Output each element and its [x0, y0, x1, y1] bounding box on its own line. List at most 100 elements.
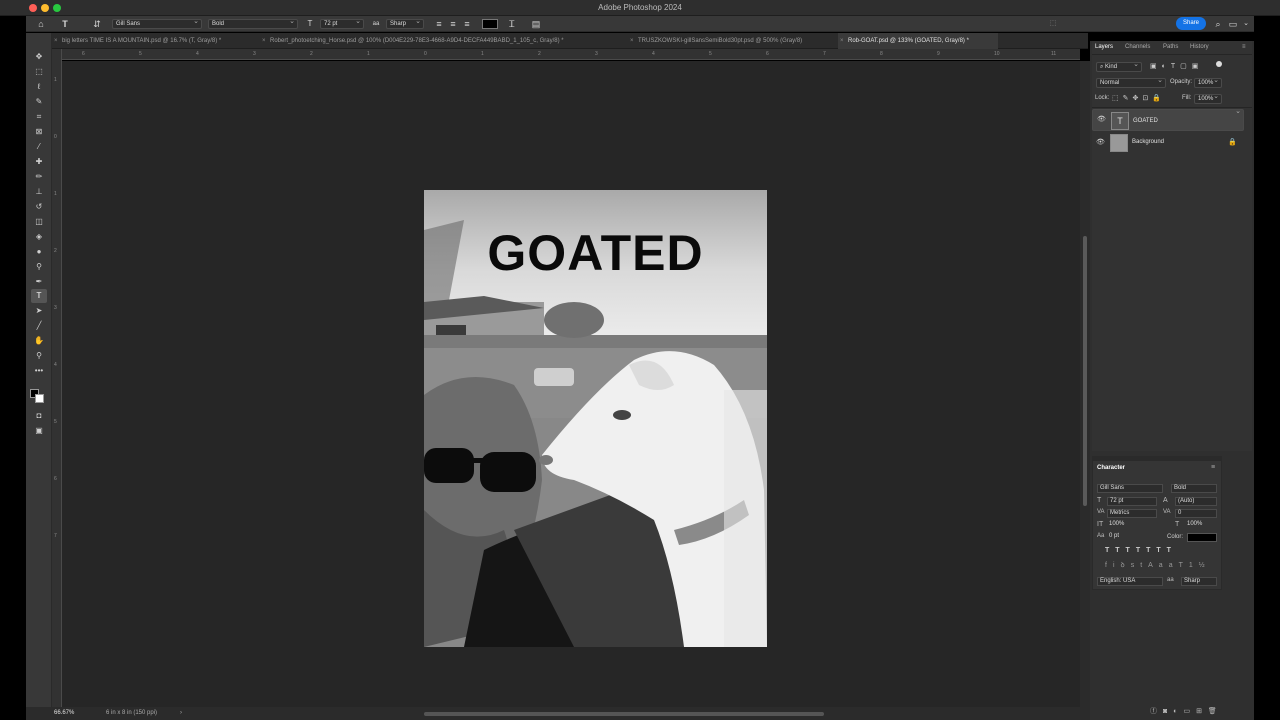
background-color-swatch[interactable]: [35, 394, 44, 403]
blur-tool-icon[interactable]: ●: [31, 245, 47, 259]
zoom-level[interactable]: 66.67%: [54, 707, 74, 720]
font-style-select[interactable]: Bold: [208, 18, 298, 29]
close-tab-icon[interactable]: ×: [630, 33, 634, 49]
text-color-swatch[interactable]: [482, 19, 498, 29]
filter-toggle-icon[interactable]: [1216, 61, 1222, 67]
healing-brush-tool-icon[interactable]: ✚: [31, 155, 47, 169]
vertical-ruler[interactable]: 1 0 1 2 3 4 5 6 7: [52, 49, 62, 707]
tab-layers[interactable]: Layers: [1095, 44, 1113, 50]
pen-tool-icon[interactable]: ✒: [31, 275, 47, 289]
type-tool-icon[interactable]: T: [31, 289, 47, 303]
horizontal-ruler[interactable]: 6 5 4 3 2 1 0 1 2 3 4 5 6 7 8 9 10 11: [62, 49, 1080, 60]
history-brush-tool-icon[interactable]: ↺: [31, 200, 47, 214]
quick-mask-icon[interactable]: ◘: [31, 409, 47, 423]
hand-tool-icon[interactable]: ✋: [31, 334, 47, 348]
tab-document-2[interactable]: × Robert_photoetching_Horse.psd @ 100% (D…: [260, 33, 628, 49]
fill-field[interactable]: 100%: [1194, 93, 1222, 104]
screen-left-margin: [0, 16, 26, 720]
layer-panel-actions[interactable]: ⓕ◙◐▭⊞🗑: [1150, 706, 1250, 718]
language-select[interactable]: English: USA: [1097, 577, 1163, 586]
char-font-family-select[interactable]: Gill Sans: [1097, 484, 1163, 493]
align-right-icon[interactable]: ≡: [462, 18, 472, 30]
char-leading-field[interactable]: (Auto): [1175, 497, 1217, 506]
scroll-thumb[interactable]: [1083, 236, 1087, 506]
tab-paths[interactable]: Paths: [1163, 44, 1178, 50]
goated-text-layer[interactable]: GOATED: [424, 224, 767, 282]
ruler-tick-label: 3: [253, 51, 256, 57]
brush-tool-icon[interactable]: ✏: [31, 170, 47, 184]
panel-menu-icon[interactable]: ≡: [1211, 464, 1215, 471]
layer-filter-select[interactable]: ⌕ Kind: [1096, 61, 1142, 72]
toggle-text-orientation-icon[interactable]: ⇵: [90, 18, 104, 30]
panel-menu-icon[interactable]: ≡: [1242, 44, 1246, 50]
align-left-icon[interactable]: ≡: [434, 18, 444, 30]
ruler-tick-label: 4: [196, 51, 199, 57]
char-vertical-scale-field[interactable]: 100%: [1107, 521, 1143, 530]
layer-name: GOATED: [1133, 118, 1158, 124]
home-icon[interactable]: ⌂: [34, 18, 48, 30]
anti-alias-select[interactable]: Sharp: [386, 18, 424, 29]
dodge-tool-icon[interactable]: ⚲: [31, 260, 47, 274]
faux-style-buttons[interactable]: TTTTTTT: [1105, 547, 1177, 554]
frame-tool-icon[interactable]: ⊠: [31, 125, 47, 139]
path-selection-tool-icon[interactable]: ➤: [31, 304, 47, 318]
align-center-icon[interactable]: ≡: [448, 18, 458, 30]
lock-options-icons[interactable]: ⬚✎✥⊡🔒: [1112, 94, 1165, 102]
font-size-select[interactable]: 72 pt: [320, 18, 364, 29]
character-panel-title[interactable]: Character: [1097, 465, 1125, 471]
move-tool-icon[interactable]: ✥: [31, 50, 47, 64]
visibility-eye-icon[interactable]: 👁: [1097, 116, 1106, 124]
vertical-scrollbar[interactable]: [1080, 61, 1090, 707]
close-tab-icon[interactable]: ×: [840, 33, 844, 49]
type-tool-preset-icon[interactable]: T: [58, 18, 72, 30]
panel-grip[interactable]: [1093, 457, 1221, 461]
warp-text-icon[interactable]: Ꮖ: [506, 18, 518, 30]
line-tool-icon[interactable]: ╱: [31, 319, 47, 333]
ruler-tick-label: 6: [82, 51, 85, 57]
lasso-tool-icon[interactable]: ℓ: [31, 80, 47, 94]
tab-channels[interactable]: Channels: [1125, 44, 1150, 50]
close-tab-icon[interactable]: ×: [54, 33, 58, 49]
chevron-right-icon[interactable]: ›: [180, 707, 182, 720]
quick-selection-tool-icon[interactable]: ✎: [31, 95, 47, 109]
char-tracking-field[interactable]: 0: [1175, 509, 1217, 518]
zoom-tool-icon[interactable]: ⚲: [31, 349, 47, 363]
chevron-down-icon[interactable]: ⌄: [1241, 18, 1251, 30]
char-kerning-select[interactable]: Metrics: [1107, 509, 1157, 518]
char-font-style-select[interactable]: Bold: [1171, 484, 1217, 493]
char-color-swatch[interactable]: [1187, 533, 1217, 542]
visibility-eye-icon[interactable]: 👁: [1096, 138, 1105, 146]
layer-row-goated[interactable]: 👁 T GOATED: [1092, 108, 1244, 131]
blend-mode-select[interactable]: Normal: [1096, 77, 1166, 88]
more-tools-icon[interactable]: •••: [31, 364, 47, 378]
paint-bucket-tool-icon[interactable]: ◈: [31, 230, 47, 244]
char-baseline-field[interactable]: 0 pt: [1107, 533, 1143, 542]
char-anti-alias-select[interactable]: Sharp: [1181, 577, 1217, 586]
search-icon[interactable]: ⌕: [1212, 18, 1224, 30]
crop-tool-icon[interactable]: ⌗: [31, 110, 47, 124]
workspace-icon[interactable]: ▭: [1227, 18, 1239, 30]
character-panel-toggle-icon[interactable]: ▤: [530, 18, 542, 30]
font-family-select[interactable]: Gill Sans: [112, 18, 202, 29]
clone-stamp-tool-icon[interactable]: ⊥: [31, 185, 47, 199]
share-button[interactable]: Share: [1176, 17, 1206, 30]
document-canvas[interactable]: GOATED: [424, 190, 767, 647]
opentype-feature-buttons[interactable]: fiꝺstAaaT1½: [1105, 561, 1211, 570]
eraser-tool-icon[interactable]: ◫: [31, 215, 47, 229]
horizontal-scrollbar[interactable]: [424, 712, 824, 716]
ruler-tick-label: 5: [709, 51, 712, 57]
tab-document-3[interactable]: × TRUSZKOWSKI-gillSansSemiBold30pt.psd @ …: [628, 33, 838, 49]
tab-history[interactable]: History: [1190, 44, 1209, 50]
tab-document-1[interactable]: × big letters TIME IS A MOUNTAIN.psd @ 16…: [52, 33, 260, 49]
marquee-tool-icon[interactable]: ⬚: [31, 65, 47, 79]
char-horizontal-scale-field[interactable]: 100%: [1185, 521, 1217, 530]
tab-document-active[interactable]: × Rob-GOAT.psd @ 133% (GOATED, Gray/8) *: [838, 33, 998, 49]
char-font-size-field[interactable]: 72 pt: [1107, 497, 1157, 506]
document-info[interactable]: 6 in x 8 in (150 ppi): [106, 707, 157, 720]
opacity-field[interactable]: 100%: [1194, 77, 1222, 88]
close-tab-icon[interactable]: ×: [262, 33, 266, 49]
filter-type-icons[interactable]: ▣◐T▢▣: [1150, 62, 1203, 70]
layer-row-background[interactable]: 👁 Background 🔒: [1092, 132, 1244, 154]
eyedropper-tool-icon[interactable]: ⁄: [31, 140, 47, 154]
screen-mode-icon[interactable]: ▣: [31, 424, 47, 438]
